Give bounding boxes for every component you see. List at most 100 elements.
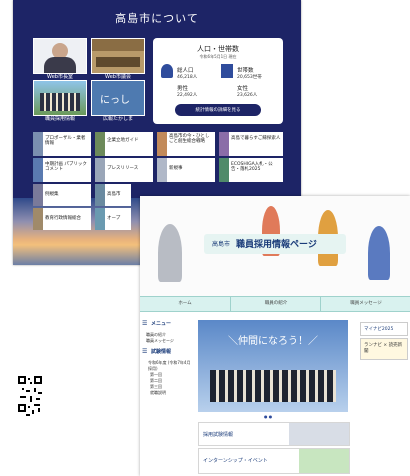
hero-illustration: 高島市 職員採用情報ページ: [140, 196, 410, 296]
qr-code: [0, 370, 44, 470]
link-label: 例規集: [45, 192, 59, 197]
female-label: 女性: [237, 86, 249, 92]
nav-bar: ホーム 職員の紹介 職員メッセージ: [140, 296, 410, 312]
menu-icon: ☰: [142, 320, 148, 327]
main-banner[interactable]: ＼仲間になろう！／: [198, 320, 348, 412]
link-label: 高島市: [107, 192, 121, 197]
link-label: 高島市の今・ひとしごと創生総合戦略: [169, 134, 210, 144]
exam-title: 試験情報: [151, 349, 172, 355]
tile-image: [33, 208, 43, 230]
nav-staff-message[interactable]: 職員メッセージ: [320, 297, 410, 311]
link-label: オープ: [107, 216, 121, 221]
page-title: 高島市について: [115, 12, 199, 25]
nav-staff-intro[interactable]: 職員の紹介: [230, 297, 321, 311]
link-tile[interactable]: 例規集: [33, 184, 91, 206]
section-photo: [299, 449, 349, 473]
exam-icon: ☰: [142, 348, 148, 355]
thumbnail-caption: Web市議会: [105, 74, 131, 80]
stats-detail-button-label: 統計情報の詳細を見る: [195, 108, 241, 113]
exam-item[interactable]: 就職説明: [150, 390, 166, 396]
magazine-thumbnail[interactable]: にっし: [91, 80, 145, 116]
mayor-suit: [44, 57, 76, 73]
link-label: 中期計画 パブリックコメント: [45, 162, 87, 172]
mayor-thumbnail[interactable]: [33, 38, 87, 74]
thumbnail-caption: 広報たかしま: [102, 116, 133, 122]
link-label: 企業立地ガイド: [107, 138, 139, 143]
link-label: 教育行政情報総合: [45, 216, 81, 221]
staff-photo-icon: [40, 93, 80, 111]
tile-image: [33, 158, 43, 182]
population-date: 令和6年5月1日 現在: [199, 54, 237, 59]
total-value: 46,218人: [177, 75, 198, 80]
tile-image: [157, 132, 167, 156]
tile-image: [157, 158, 167, 182]
link-tile[interactable]: ECOSHIGA入札・公告・落札2025: [219, 158, 283, 182]
link-tile[interactable]: 新規事: [157, 158, 215, 182]
qr-code-icon: [8, 376, 44, 470]
link-tile[interactable]: プロポーザル・業者情報: [33, 132, 91, 156]
internship-section[interactable]: インターンシップ・イベント: [198, 448, 350, 474]
total-label: 総人口: [177, 68, 194, 74]
house-icon: [221, 64, 233, 78]
female-value: 23,626人: [237, 93, 258, 98]
thumbnail-caption: 職員採用情報: [44, 116, 75, 122]
runnavi-banner[interactable]: ランナビ × 読売新聞: [360, 338, 408, 360]
firefighter-figure-icon: [158, 224, 182, 282]
magazine-cover-icon: にっし: [100, 95, 130, 106]
mynavi-banner[interactable]: マイナビ2025: [360, 322, 408, 336]
stats-detail-button[interactable]: 統計情報の詳細を見る: [175, 104, 261, 116]
tile-image: [33, 184, 43, 206]
link-label: プレスリリース: [107, 166, 139, 171]
exam-info-section[interactable]: 採用試験情報: [198, 422, 350, 446]
link-tile[interactable]: 教育行政情報総合: [33, 208, 91, 230]
section-photo: [289, 423, 349, 445]
header-title: 職員採用情報ページ: [236, 240, 317, 250]
population-title: 人口・世帯数: [197, 45, 239, 53]
menu-item[interactable]: 職員メッセージ: [146, 338, 174, 344]
exam-item[interactable]: 令和6年度 (令和7年4月採用): [148, 360, 194, 372]
male-label: 男性: [177, 86, 189, 92]
link-tile[interactable]: 高島市の今・ひとしごと創生総合戦略: [157, 132, 215, 156]
sidebar: ☰ メニュー 職員の紹介 職員メッセージ ☰ 試験情報 令和6年度 (令和7年4…: [142, 320, 192, 470]
link-tile[interactable]: オープ: [95, 208, 131, 230]
header-city-label: 高島市: [212, 241, 231, 248]
council-thumbnail[interactable]: [91, 38, 145, 74]
link-label: 新規事: [169, 166, 183, 171]
section-title: 採用試験情報: [203, 432, 234, 438]
banner-text: ＼仲間になろう！／: [228, 336, 318, 347]
link-label: 高島で暮らすご縁探索人: [231, 136, 281, 141]
header-banner: 高島市 職員採用情報ページ: [204, 234, 346, 254]
thumbnail-caption: Web市長室: [47, 74, 73, 80]
nav-home[interactable]: ホーム: [140, 297, 230, 311]
menu-title: メニュー: [151, 321, 172, 327]
male-value: 22,492人: [177, 93, 198, 98]
people-icon: [161, 64, 173, 78]
link-tile[interactable]: 中期計画 パブリックコメント: [33, 158, 91, 182]
recruit-page-screenshot: 高島市 職員採用情報ページ ホーム 職員の紹介 職員メッセージ ☰ メニュー 職…: [140, 196, 410, 476]
tile-image: [95, 208, 105, 230]
link-tile[interactable]: プレスリリース: [95, 158, 153, 182]
mynavi-label: マイナビ2025: [364, 327, 394, 332]
households-label: 世帯数: [237, 68, 254, 74]
population-card: 人口・世帯数 令和6年5月1日 現在 総人口 46,218人 世帯数 20,65…: [153, 38, 283, 124]
tile-image: [95, 184, 105, 206]
section-title: インターンシップ・イベント: [203, 458, 268, 464]
tile-image: [95, 132, 105, 156]
carousel-dots[interactable]: ● ●: [264, 414, 284, 419]
households-value: 20,653世帯: [237, 75, 262, 80]
council-desks: [96, 57, 140, 67]
tile-image: [219, 132, 229, 156]
tile-image: [95, 158, 105, 182]
office-figure-icon: [368, 226, 390, 280]
link-tile[interactable]: 高島市: [95, 184, 131, 206]
link-label: プロポーザル・業者情報: [45, 136, 86, 146]
link-tile[interactable]: 高島で暮らすご縁探索人: [219, 132, 283, 156]
staff-recruit-thumbnail[interactable]: [33, 80, 87, 116]
link-tile[interactable]: 企業立地ガイド: [95, 132, 153, 156]
group-photo: [210, 370, 336, 402]
screenshot-collage: { "shot1": { "title": "高島市について", "thumbn…: [0, 0, 410, 476]
link-label: ECOSHIGA入札・公告・落札2025: [231, 162, 273, 172]
runnavi-label: ランナビ × 読売新聞: [364, 343, 403, 354]
tile-image: [219, 158, 229, 182]
council-photo-icon: [92, 39, 144, 51]
